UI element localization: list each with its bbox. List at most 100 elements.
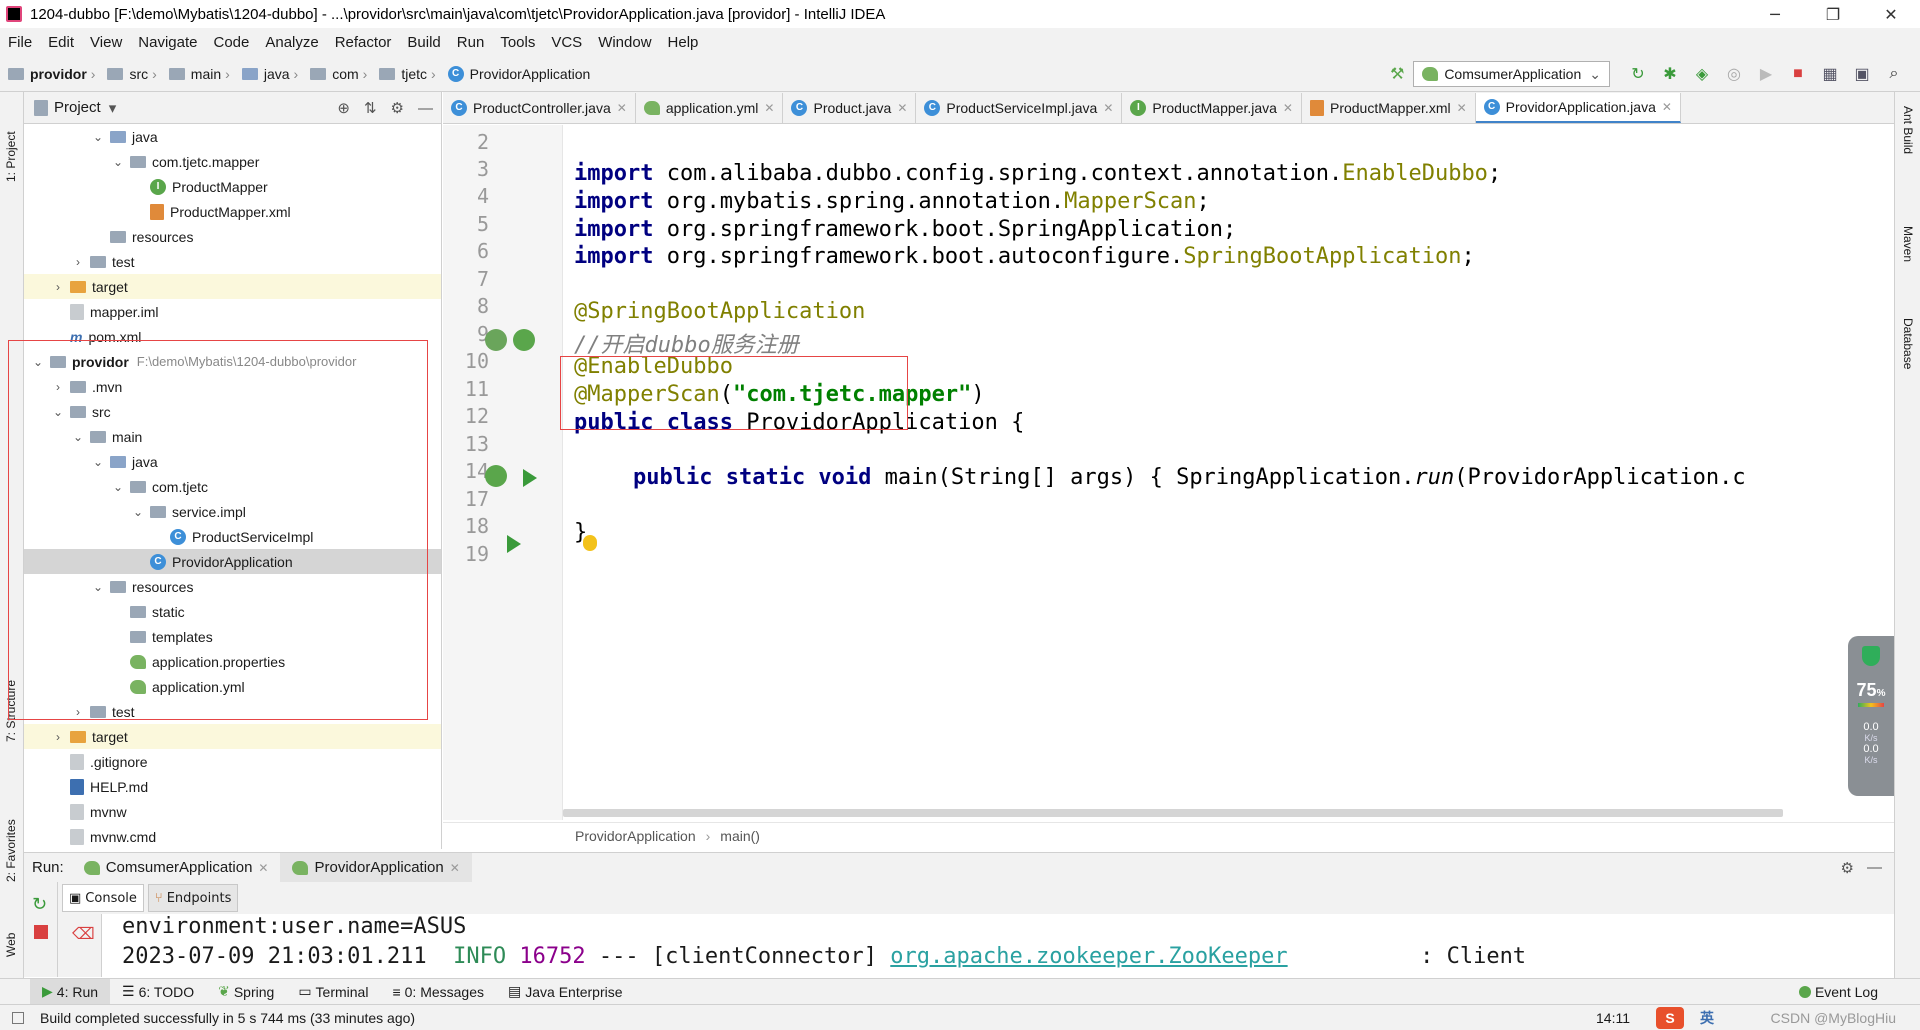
spring-config-icon[interactable] [485, 465, 507, 487]
chevron-down-icon[interactable]: ⌄ [90, 580, 106, 594]
chevron-right-icon[interactable]: › [50, 380, 66, 394]
chevron-down-icon[interactable]: ⌄ [50, 405, 66, 419]
nav-crumb-src[interactable]: src › [107, 66, 160, 82]
spring-bean-icon-2[interactable] [513, 329, 535, 351]
spring-tool-button[interactable]: ❦ Spring [206, 979, 286, 1005]
gear-icon[interactable]: ⚙ [391, 99, 404, 117]
editor-tab[interactable]: C ProductController.java ✕ [443, 93, 636, 123]
menu-window[interactable]: Window [590, 34, 659, 51]
tree-item[interactable]: HELP.md [24, 774, 441, 799]
coverage-icon[interactable]: ◈ [1689, 61, 1715, 87]
tree-item[interactable]: mvnw [24, 799, 441, 824]
tree-item[interactable]: .gitignore [24, 749, 441, 774]
build-hammer-icon[interactable]: ⚒ [1384, 61, 1410, 87]
chevron-down-icon[interactable]: ⌄ [130, 505, 146, 519]
menu-help[interactable]: Help [660, 34, 707, 51]
project-tool-button[interactable]: 1: Project [4, 131, 18, 182]
run-configuration-select[interactable]: ComsumerApplication ⌄ [1413, 61, 1610, 87]
close-tab-icon[interactable]: ✕ [450, 861, 460, 875]
chevron-down-icon[interactable]: ⌄ [70, 430, 86, 444]
chevron-down-icon[interactable]: ⌄ [110, 480, 126, 494]
tree-item[interactable]: C ProductServiceImpl [24, 524, 441, 549]
chevron-right-icon[interactable]: › [70, 255, 86, 269]
run-icon[interactable]: ▶ [1753, 61, 1779, 87]
collapse-all-icon[interactable]: ⇅ [364, 99, 377, 117]
web-tool-button[interactable]: Web [4, 933, 18, 957]
tree-item[interactable]: ⌄ providor F:\demo\Mybatis\1204-dubbo\prov… [24, 349, 441, 374]
breadcrumb-method[interactable]: main() [720, 828, 760, 844]
tree-item[interactable]: static [24, 599, 441, 624]
tree-item[interactable]: mapper.iml [24, 299, 441, 324]
editor-tab[interactable]: I ProductMapper.java ✕ [1122, 93, 1302, 123]
database-tool-button[interactable]: Database [1901, 318, 1915, 369]
editor-tab[interactable]: application.yml ✕ [636, 93, 784, 123]
close-tab-icon[interactable]: ✕ [1103, 101, 1113, 115]
tree-item[interactable]: › target [24, 274, 441, 299]
ime-language[interactable]: 英 [1700, 1008, 1714, 1028]
hide-icon[interactable]: — [418, 100, 433, 117]
menu-edit[interactable]: Edit [40, 34, 82, 51]
profile-icon[interactable]: ◎ [1721, 61, 1747, 87]
console-output[interactable]: environment:user.name=ASUS 2023-07-09 21… [102, 914, 1894, 977]
menu-analyze[interactable]: Analyze [257, 34, 326, 51]
clear-console-icon[interactable]: ⌫ [72, 924, 101, 943]
close-button[interactable]: ✕ [1862, 0, 1920, 28]
menu-run[interactable]: Run [449, 34, 493, 51]
menu-navigate[interactable]: Navigate [130, 34, 205, 51]
menu-build[interactable]: Build [399, 34, 448, 51]
close-tab-icon[interactable]: ✕ [897, 101, 907, 115]
chevron-down-icon[interactable]: ⌄ [90, 455, 106, 469]
nav-crumb-providor[interactable]: providor › [8, 66, 99, 82]
tree-item[interactable]: application.properties [24, 649, 441, 674]
maven-tool-button[interactable]: Maven [1901, 226, 1915, 262]
run-main-gutter-icon[interactable] [507, 535, 521, 553]
close-tab-icon[interactable]: ✕ [1283, 101, 1293, 115]
menu-refactor[interactable]: Refactor [327, 34, 400, 51]
menu-tools[interactable]: Tools [492, 34, 543, 51]
tree-item[interactable]: I ProductMapper [24, 174, 441, 199]
status-toggle-icon[interactable] [12, 1011, 24, 1024]
tree-item[interactable]: ⌄ service.impl [24, 499, 441, 524]
tree-item[interactable]: ProductMapper.xml [24, 199, 441, 224]
code-editor[interactable]: 2 3 4 5 6 7 8 9 10 11 12 13 14 17 18 19 import com.alib… [443, 125, 1894, 820]
editor-tab[interactable]: ProductMapper.xml ✕ [1302, 93, 1476, 123]
close-tab-icon[interactable]: ✕ [258, 861, 268, 875]
tree-item[interactable]: › target [24, 724, 441, 749]
tree-item[interactable]: C ProvidorApplication [24, 549, 441, 574]
tree-item[interactable]: ⌄ com.tjetc.mapper [24, 149, 441, 174]
nav-crumb-main[interactable]: main › [168, 66, 234, 82]
tree-item[interactable]: › test [24, 699, 441, 724]
performance-gauge-widget[interactable]: 75% 0.0 K/s 0.0 K/s [1848, 636, 1894, 796]
hide-icon[interactable]: — [1867, 859, 1882, 876]
structure-tool-button[interactable]: 7: Structure [4, 680, 18, 742]
messages-tool-button[interactable]: ≡ 0: Messages [380, 979, 496, 1005]
close-tab-icon[interactable]: ✕ [764, 101, 774, 115]
sogou-ime-icon[interactable]: S [1656, 1006, 1684, 1029]
editor-tab[interactable]: C ProvidorApplication.java ✕ [1475, 93, 1681, 123]
java-enterprise-tool-button[interactable]: ▤ Java Enterprise [496, 979, 635, 1005]
nav-crumb-java[interactable]: java › [241, 66, 302, 82]
tree-item[interactable]: ⌄ resources [24, 574, 441, 599]
menu-vcs[interactable]: VCS [543, 34, 590, 51]
run-tool-button[interactable]: ▶ 4: Run [30, 978, 111, 1005]
breadcrumb-class[interactable]: ProvidorApplication [575, 828, 696, 844]
run-tab-providor[interactable]: ProvidorApplication ✕ [280, 852, 472, 883]
todo-tool-button[interactable]: ☰ 6: TODO [110, 979, 206, 1005]
tree-item[interactable]: ⌄ com.tjetc [24, 474, 441, 499]
editor-tab[interactable]: C ProductServiceImpl.java ✕ [916, 93, 1123, 123]
horizontal-scrollbar[interactable] [563, 809, 1783, 817]
chevron-down-icon[interactable]: ⌄ [90, 130, 106, 144]
nav-crumb-tjetc[interactable]: tjetc › [379, 66, 439, 82]
menu-view[interactable]: View [82, 34, 130, 51]
nav-crumb-class[interactable]: C ProvidorApplication [447, 65, 590, 82]
project-panel-title[interactable]: Project [54, 99, 101, 116]
run-tab-consumer[interactable]: ComsumerApplication ✕ [72, 853, 281, 883]
console-tab[interactable]: ▣ Console [62, 884, 144, 912]
menu-file[interactable]: File [0, 34, 40, 51]
chevron-right-icon[interactable]: › [50, 730, 66, 744]
chevron-right-icon[interactable]: › [70, 705, 86, 719]
tree-item[interactable]: application.yml [24, 674, 441, 699]
stop-icon[interactable]: ■ [1785, 61, 1811, 87]
chevron-down-icon[interactable]: ⌄ [110, 155, 126, 169]
tree-item[interactable]: templates [24, 624, 441, 649]
